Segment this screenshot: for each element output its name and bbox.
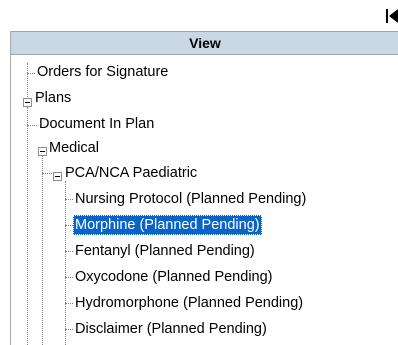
tree-node-label: Disclaimer (Planned Pending) (75, 321, 267, 337)
tree-node-document-in-plan[interactable]: Document In Plan (37, 112, 156, 136)
tree-connector (27, 107, 28, 345)
tree-node-oxycodone[interactable]: Oxycodone (Planned Pending) (73, 265, 275, 289)
tree-node-plans[interactable]: Plans (33, 86, 73, 110)
tree-node-label: PCA/NCA Paediatric (65, 165, 198, 181)
tree-connector (42, 173, 52, 174)
view-panel: View Orders for Signature Plans Document… (10, 31, 398, 345)
tree-connector (42, 155, 43, 345)
tree-node-label: Document In Plan (39, 116, 155, 132)
tree-node-label: Plans (35, 90, 72, 106)
tree-connector (65, 277, 73, 278)
tree-connector (27, 125, 37, 126)
tree-node-disclaimer[interactable]: Disclaimer (Planned Pending) (73, 317, 269, 341)
tree-node-orders-for-signature[interactable]: Orders for Signature (35, 60, 170, 84)
tree-node-medical[interactable]: Medical (47, 136, 101, 160)
tree-node-morphine[interactable]: Morphine (Planned Pending) (73, 213, 262, 237)
view-panel-window: View Orders for Signature Plans Document… (0, 0, 398, 345)
tree-node-fentanyl[interactable]: Fentanyl (Planned Pending) (73, 239, 257, 263)
tree-node-label: Oxycodone (Planned Pending) (75, 269, 273, 285)
tree-connector (65, 303, 73, 304)
pca-nca-collapse-toggle[interactable] (53, 172, 62, 181)
tree-node-label: Orders for Signature (37, 64, 169, 80)
plans-collapse-toggle[interactable] (23, 98, 32, 107)
tree-connector (65, 329, 73, 330)
tree-connector (27, 63, 28, 97)
tree-node-label: Medical (49, 140, 99, 156)
tree-node-label-selected: Morphine (Planned Pending) (73, 215, 262, 235)
tree-node-hydromorphone[interactable]: Hydromorphone (Planned Pending) (73, 291, 305, 315)
collapse-left-icon[interactable] (386, 9, 398, 23)
tree-node-label: Fentanyl (Planned Pending) (75, 243, 255, 259)
panel-toolbar (0, 0, 398, 30)
tree-connector (65, 181, 66, 345)
medical-collapse-toggle[interactable] (38, 147, 47, 156)
orders-tree: Orders for Signature Plans Document In P… (11, 55, 398, 345)
tree-connector (65, 199, 73, 200)
tree-connector (27, 73, 35, 74)
tree-node-label: Nursing Protocol (Planned Pending) (75, 191, 307, 207)
tree-node-pca-nca-paediatric[interactable]: PCA/NCA Paediatric (63, 161, 199, 185)
tree-connector (65, 251, 73, 252)
tree-connector (65, 225, 73, 226)
tree-node-label: Hydromorphone (Planned Pending) (75, 295, 304, 311)
tree-node-nursing-protocol[interactable]: Nursing Protocol (Planned Pending) (73, 187, 308, 211)
view-header: View (11, 31, 398, 55)
